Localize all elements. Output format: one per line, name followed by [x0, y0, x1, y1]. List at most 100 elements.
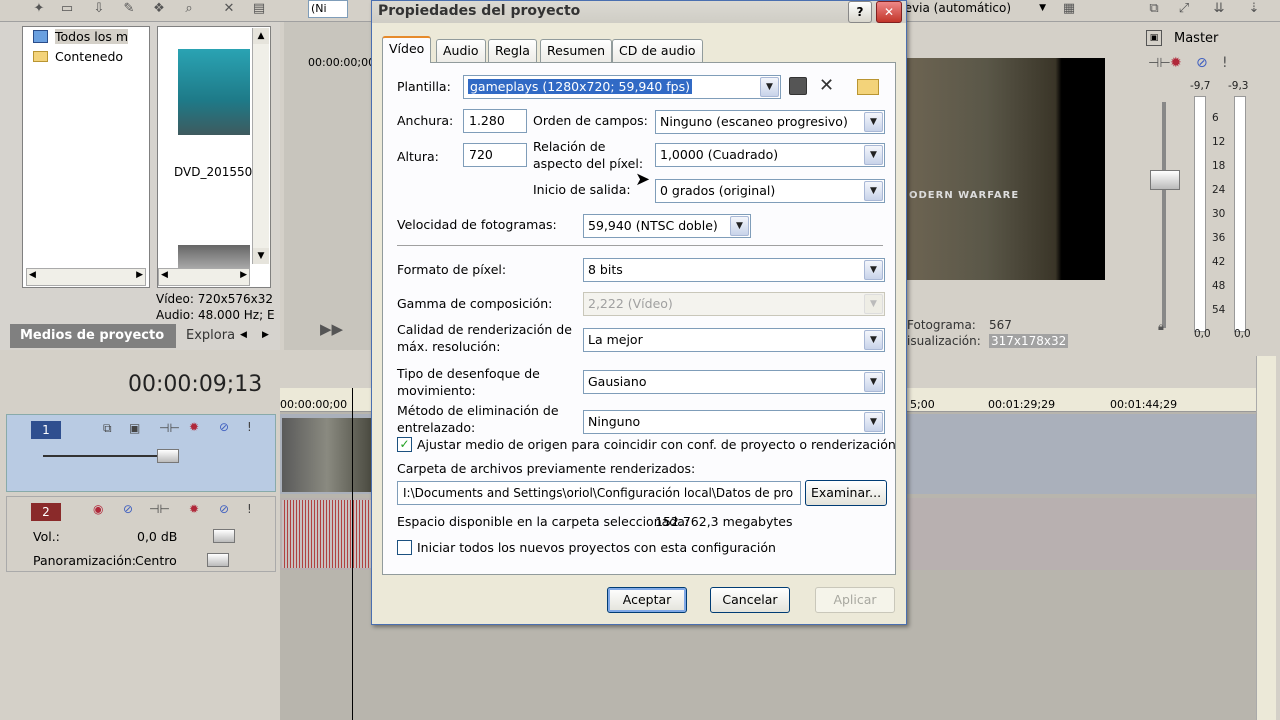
- tab-audio-cd[interactable]: CD de audio: [612, 39, 703, 63]
- scroll-left-icon[interactable]: ◀: [161, 270, 168, 280]
- browse-button[interactable]: Examinar...: [805, 480, 887, 506]
- divider: [397, 245, 883, 246]
- motion-blur-select[interactable]: Gausiano ▼: [583, 370, 885, 394]
- track-1-header[interactable]: 1 ⧉ ▣ ⊣⊢ ✹ ⊘ !: [6, 414, 276, 492]
- clip-thumbnail-2[interactable]: [178, 245, 250, 269]
- template-select[interactable]: gameplays (1280x720; 59,940 fps) ▼: [463, 75, 781, 99]
- master-fader[interactable]: [1150, 170, 1180, 190]
- volume-slider-thumb[interactable]: [213, 529, 235, 543]
- tree-hscrollbar[interactable]: ◀ ▶: [26, 268, 146, 286]
- pixel-format-select[interactable]: 8 bits ▼: [583, 258, 885, 282]
- properties-icon[interactable]: ▤: [250, 0, 268, 18]
- mute-icon[interactable]: ⊘: [219, 502, 229, 516]
- grid-icon[interactable]: ▦: [1060, 0, 1078, 18]
- height-field[interactable]: 720: [463, 143, 527, 167]
- fx-gear-icon[interactable]: ✹: [189, 502, 199, 516]
- search-media-icon[interactable]: ⌕: [180, 0, 198, 18]
- list-hscrollbar[interactable]: ◀ ▶: [158, 268, 250, 286]
- open-folder-icon[interactable]: [857, 79, 879, 95]
- open-folder-icon[interactable]: ▭: [58, 0, 76, 18]
- fx-gear-icon[interactable]: ✹: [1170, 55, 1182, 71]
- rotation-value: 0 grados (original): [660, 183, 776, 198]
- capture-icon[interactable]: ✎: [120, 0, 138, 18]
- tab-ruler[interactable]: Regla: [488, 39, 537, 63]
- motion-icon[interactable]: ▣: [129, 421, 140, 435]
- adjust-media-checkbox[interactable]: ✓: [397, 437, 412, 452]
- tree-item-bins[interactable]: Contenedo: [33, 49, 123, 64]
- master-toggle-icon[interactable]: ▣: [1146, 30, 1162, 46]
- audio-info: Audio: 48.000 Hz; E: [156, 308, 275, 322]
- play-icon[interactable]: ▶▶: [320, 320, 343, 338]
- copy-icon[interactable]: ⧉: [1145, 0, 1163, 18]
- wizard-icon[interactable]: ✦: [30, 0, 48, 18]
- vertical-scrollbar[interactable]: ▲ ▼: [252, 28, 269, 264]
- scroll-up-icon[interactable]: ▲: [253, 28, 269, 44]
- pan-label: Panoramización:: [33, 553, 137, 568]
- composite-mode-icon[interactable]: ⧉: [103, 421, 112, 436]
- preview-quality-combo[interactable]: revia (automático) ▼: [900, 0, 1050, 18]
- effects-icon[interactable]: ❖: [150, 0, 168, 18]
- right-scrollbar[interactable]: [1256, 356, 1276, 720]
- frame-label: Fotograma:: [907, 318, 976, 332]
- start-all-projects-checkbox[interactable]: [397, 540, 412, 555]
- video-event[interactable]: [282, 418, 372, 492]
- expand-icon[interactable]: ⤢: [1175, 0, 1193, 18]
- dialog-titlebar[interactable]: Propiedades del proyecto ? ✕: [372, 1, 906, 23]
- tab-summary[interactable]: Resumen: [540, 39, 613, 63]
- fx-gear-icon[interactable]: ✹: [189, 420, 199, 434]
- scale-tick: 6: [1212, 112, 1219, 124]
- prerendered-folder-field[interactable]: I:\Documents and Settings\oriol\Configur…: [397, 481, 801, 505]
- tab-scroll-left-icon[interactable]: ◀: [240, 330, 247, 340]
- rotation-select[interactable]: 0 grados (original) ▼: [655, 179, 885, 203]
- tab-scroll-right-icon[interactable]: ▶: [262, 330, 269, 340]
- lock-icon[interactable]: 🔒︎: [1158, 320, 1164, 334]
- solo-icon[interactable]: !: [247, 420, 252, 434]
- field-order-label: Orden de campos:: [533, 113, 648, 128]
- audio-event[interactable]: [282, 500, 372, 568]
- track-2-header[interactable]: 2 ◉ ⊘ ⊣⊢ ✹ ⊘ ! Vol.: 0,0 dB Panoramizaci…: [6, 496, 276, 572]
- scroll-right-icon[interactable]: ▶: [240, 270, 247, 280]
- deinterlace-value: Ninguno: [588, 414, 641, 429]
- insert-fx-icon[interactable]: ⊣⊢: [149, 502, 170, 516]
- solo-icon[interactable]: !: [1222, 55, 1228, 71]
- scroll-left-icon[interactable]: ◀: [29, 270, 36, 280]
- scroll-right-icon[interactable]: ▶: [136, 270, 143, 280]
- import-icon[interactable]: ⇩: [90, 0, 108, 18]
- tree-item-all-media[interactable]: Todos los m: [33, 29, 129, 44]
- arm-record-icon[interactable]: ◉: [93, 502, 103, 516]
- level-slider[interactable]: [43, 455, 173, 457]
- aspect-ratio-select[interactable]: 1,0000 (Cuadrado) ▼: [655, 143, 885, 167]
- clip-thumbnail[interactable]: [178, 49, 250, 135]
- ok-button[interactable]: Aceptar: [607, 587, 687, 613]
- invert-phase-icon[interactable]: ⊘: [123, 502, 133, 516]
- deinterlace-select[interactable]: Ninguno ▼: [583, 410, 885, 434]
- playhead[interactable]: [352, 388, 353, 720]
- cancel-button[interactable]: Cancelar: [710, 587, 790, 613]
- pan-slider-thumb[interactable]: [207, 553, 229, 567]
- solo-icon[interactable]: !: [247, 502, 252, 516]
- view-combo[interactable]: (Ni: [308, 0, 348, 18]
- mute-icon[interactable]: ⊘: [1196, 55, 1208, 71]
- framerate-value: 59,940 (NTSC doble): [588, 218, 718, 233]
- mute-icon[interactable]: ⊘: [219, 420, 229, 434]
- level-slider-thumb[interactable]: [157, 449, 179, 463]
- close-button[interactable]: ✕: [876, 1, 902, 23]
- insert-fx-icon[interactable]: ⊣⊢: [159, 421, 180, 435]
- field-order-select[interactable]: Ninguno (escaneo progresivo) ▼: [655, 110, 885, 134]
- tab-video[interactable]: Vídeo: [382, 36, 432, 63]
- downmix-icon[interactable]: ⇊: [1210, 0, 1228, 18]
- tab-audio[interactable]: Audio: [436, 39, 486, 63]
- delete-template-icon[interactable]: ✕: [819, 75, 834, 96]
- render-quality-select[interactable]: La mejor ▼: [583, 328, 885, 352]
- insert-bus-icon[interactable]: ⇣: [1245, 0, 1263, 18]
- framerate-select[interactable]: 59,940 (NTSC doble) ▼: [583, 214, 751, 238]
- help-button[interactable]: ?: [848, 1, 872, 23]
- insert-fx-icon[interactable]: ⊣⊢: [1148, 56, 1171, 71]
- delete-icon[interactable]: ✕: [220, 0, 238, 18]
- scroll-down-icon[interactable]: ▼: [253, 248, 269, 264]
- quality-label-line2: máx. resolución:: [397, 339, 501, 354]
- save-template-icon[interactable]: [789, 77, 807, 95]
- tab-project-media[interactable]: Medios de proyecto: [10, 324, 176, 348]
- tab-explorer[interactable]: Explora: [186, 324, 235, 348]
- width-field[interactable]: 1.280: [463, 109, 527, 133]
